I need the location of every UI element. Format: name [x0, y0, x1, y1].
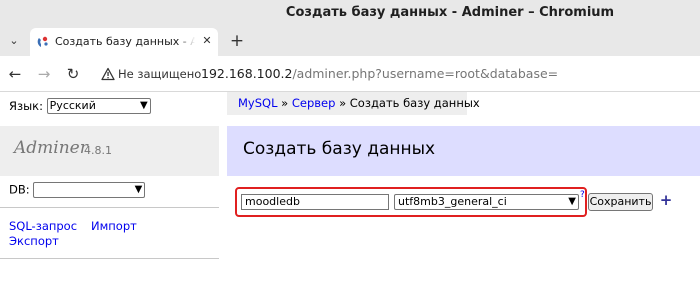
language-select[interactable]: Русский ▼: [46, 98, 151, 114]
language-row: Язык: Русский ▼: [9, 98, 151, 114]
db-selector-row: DB: ▼: [9, 182, 146, 198]
collation-select[interactable]: utf8mb3_general_ci ▼: [394, 194, 579, 210]
new-tab-plus-icon[interactable]: +: [226, 30, 248, 52]
forward-arrow-icon[interactable]: →: [34, 64, 54, 84]
create-database-form: moodledb utf8mb3_general_ci ▼ ? Сохранит…: [227, 176, 700, 282]
help-link[interactable]: ?: [580, 190, 585, 200]
security-status-label[interactable]: Не защищено: [118, 67, 201, 81]
tab-close-icon[interactable]: ✕: [200, 34, 214, 48]
url-host: 192.168.100.2: [201, 66, 293, 81]
app-version[interactable]: 4.8.1: [84, 144, 112, 157]
tab-strip: ⌄ Создать базу данных - Adminer ✕ +: [0, 26, 700, 56]
url-path: /adminer.php?username=root&database=: [292, 66, 559, 81]
content-header: Создать базу данных: [227, 126, 700, 176]
import-link[interactable]: Импорт: [91, 219, 137, 233]
db-select[interactable]: ▼: [33, 182, 146, 198]
collation-select-value: utf8mb3_general_ci: [398, 195, 507, 208]
save-button[interactable]: Сохранить: [588, 193, 653, 211]
sidebar-bottom-divider: [0, 258, 219, 259]
reload-icon[interactable]: ↻: [63, 64, 83, 84]
sidebar-divider: [0, 207, 219, 208]
chevron-down-icon: ▼: [139, 100, 148, 111]
language-label: Язык:: [9, 99, 44, 113]
chevron-down-icon: ▼: [134, 184, 143, 195]
page-title: Создать базу данных: [243, 139, 436, 159]
breadcrumb-bar: MySQL » Сервер » Создать базу данных: [227, 92, 480, 115]
breadcrumb: MySQL » Сервер » Создать базу данных: [238, 96, 480, 110]
browser-toolbar: ← → ↻ Не защищено 192.168.100.2/adminer.…: [0, 56, 700, 92]
export-link[interactable]: Экспорт: [9, 234, 59, 248]
window-title: Создать базу данных - Adminer – Chromium: [285, 5, 615, 20]
sidebar-header: Adminer 4.8.1: [0, 126, 219, 176]
language-select-value: Русский: [49, 99, 96, 112]
tab-list-chevron-icon[interactable]: ⌄: [4, 31, 24, 51]
breadcrumb-separator: »: [335, 96, 350, 110]
database-name-input[interactable]: moodledb: [241, 194, 389, 210]
adminer-favicon-icon: [37, 36, 48, 47]
adminer-page: Язык: Русский ▼ MySQL » Сервер » Создать…: [0, 92, 700, 282]
back-arrow-icon[interactable]: ←: [5, 64, 25, 84]
db-label: DB:: [9, 182, 30, 197]
warning-triangle-icon[interactable]: [101, 67, 115, 81]
add-plus-icon[interactable]: +: [658, 191, 674, 209]
breadcrumb-separator: »: [277, 96, 292, 110]
breadcrumb-current: Создать базу данных: [349, 96, 480, 110]
address-bar[interactable]: 192.168.100.2/adminer.php?username=root&…: [201, 66, 558, 81]
breadcrumb-link-mysql[interactable]: MySQL: [238, 96, 278, 110]
app-logo-name[interactable]: Adminer: [14, 138, 88, 158]
sql-command-link[interactable]: SQL-запрос: [9, 219, 77, 233]
tab-title: Создать базу данных - Adminer: [55, 35, 195, 48]
chevron-down-icon: ▼: [568, 196, 576, 207]
window-titlebar: Создать базу данных - Adminer – Chromium: [0, 0, 700, 26]
breadcrumb-link-server[interactable]: Сервер: [292, 96, 336, 110]
browser-tab[interactable]: Создать базу данных - Adminer ✕: [30, 28, 218, 56]
